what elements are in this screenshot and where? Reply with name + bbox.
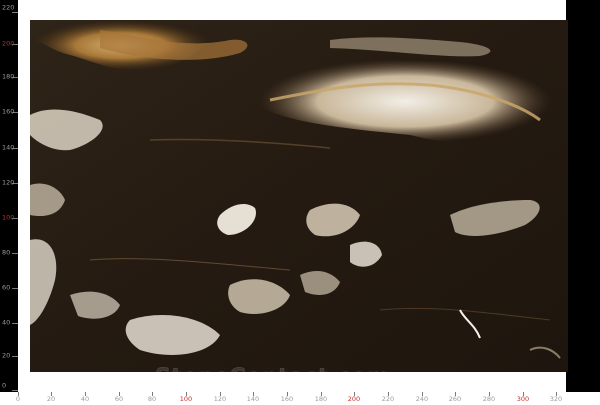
left-ruler-label: 160 bbox=[2, 107, 15, 116]
watermark-text: StoneContact.com bbox=[155, 365, 391, 391]
bottom-ruler-label: 80 bbox=[147, 395, 157, 403]
marble-slab-image bbox=[30, 20, 568, 372]
bottom-ruler-label: 320 bbox=[549, 395, 563, 403]
bottom-ruler-label: 280 bbox=[482, 395, 496, 403]
photo-frame: 220 200 180 160 140 120 100 80 60 40 20 … bbox=[0, 0, 600, 405]
left-ruler-label: 20 bbox=[2, 351, 11, 360]
left-tick bbox=[12, 288, 18, 289]
bottom-ruler-label: 120 bbox=[213, 395, 227, 403]
right-dark-border bbox=[566, 0, 600, 392]
bottom-ruler-label: 260 bbox=[448, 395, 462, 403]
left-ruler-bar bbox=[0, 0, 18, 392]
left-tick bbox=[12, 253, 18, 254]
left-tick bbox=[12, 12, 18, 13]
left-ruler-label: 140 bbox=[2, 143, 15, 152]
left-ruler-label: 220 bbox=[2, 3, 15, 12]
bottom-ruler-label: 180 bbox=[314, 395, 328, 403]
left-ruler-label: 60 bbox=[2, 283, 11, 292]
left-ruler-label: 100 bbox=[2, 213, 15, 222]
bottom-ruler-bar bbox=[0, 392, 600, 405]
bottom-ruler-label: 0 bbox=[15, 395, 21, 403]
left-tick bbox=[12, 323, 18, 324]
bottom-ruler-label: 40 bbox=[80, 395, 90, 403]
left-ruler-label: 0 bbox=[2, 381, 7, 390]
left-tick bbox=[12, 390, 18, 391]
bottom-ruler-label: 240 bbox=[415, 395, 429, 403]
bottom-ruler-label: 300 bbox=[516, 395, 530, 403]
bottom-ruler-label: 20 bbox=[46, 395, 56, 403]
bottom-ruler-label: 60 bbox=[114, 395, 124, 403]
bottom-ruler-label: 200 bbox=[347, 395, 361, 403]
bottom-ruler-label: 160 bbox=[280, 395, 294, 403]
left-ruler-label: 80 bbox=[2, 248, 11, 257]
left-tick bbox=[12, 356, 18, 357]
left-ruler-label: 120 bbox=[2, 178, 15, 187]
left-ruler-label: 180 bbox=[2, 72, 15, 81]
left-ruler-label: 40 bbox=[2, 318, 11, 327]
bottom-ruler-label: 220 bbox=[381, 395, 395, 403]
bottom-ruler-label: 140 bbox=[246, 395, 260, 403]
bottom-ruler-label: 100 bbox=[179, 395, 193, 403]
left-ruler-label: 200 bbox=[2, 39, 15, 48]
